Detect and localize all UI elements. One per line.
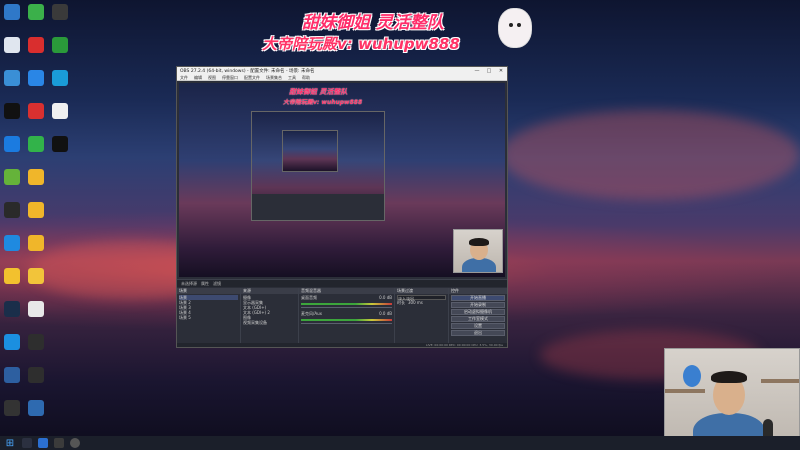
taskbar-app-icon[interactable] <box>38 438 48 448</box>
settings-button[interactable]: 设置 <box>451 323 505 329</box>
streamer-webcam <box>664 348 800 450</box>
desktop-icon[interactable] <box>24 103 48 136</box>
windows-start-icon[interactable]: ⊞ <box>4 438 16 449</box>
menu-scene-collection[interactable]: 场景集合 <box>266 75 282 81</box>
scene-item[interactable]: 场景 5 <box>179 315 238 320</box>
close-icon[interactable]: ✕ <box>495 68 507 74</box>
desktop-icon[interactable] <box>24 4 48 37</box>
desktop-icon[interactable] <box>24 169 48 202</box>
desktop-icon[interactable] <box>24 400 48 433</box>
desktop-icon[interactable] <box>48 37 72 70</box>
desktop-icon[interactable] <box>0 70 24 103</box>
desktop-icon[interactable] <box>0 4 24 37</box>
nested-obs-docks <box>252 194 384 220</box>
taskbar: ⊞ <box>0 436 800 450</box>
menu-help[interactable]: 帮助 <box>302 75 310 81</box>
desktop-icons-col2 <box>24 4 48 433</box>
transitions-dock: 场景过渡 淡入淡出 时长 300 ms <box>395 288 449 344</box>
desktop-icon[interactable] <box>0 169 24 202</box>
nested-preview <box>251 111 385 221</box>
desktop-icon[interactable] <box>0 202 24 235</box>
desktop-icon[interactable] <box>24 268 48 301</box>
obs-title: OBS 27.2.4 (64-bit, windows) - 配置文件: 未命名… <box>180 69 315 74</box>
controls-title: 控件 <box>449 288 507 294</box>
desktop-icon[interactable] <box>0 136 24 169</box>
desktop-icon[interactable] <box>48 136 72 169</box>
menu-file[interactable]: 文件 <box>180 75 188 81</box>
desktop-icon[interactable] <box>24 301 48 334</box>
desktop-icon[interactable] <box>0 268 24 301</box>
desktop-icon[interactable] <box>48 70 72 103</box>
preview-banner-line2: 大帝陪玩殿v: wuhupw888 <box>283 99 363 106</box>
source-item[interactable]: 视频采集设备 <box>243 320 296 325</box>
start-recording-button[interactable]: 开始录制 <box>451 302 505 308</box>
mic-aux-meter <box>301 319 392 321</box>
mic-aux-db: 0.0 dB <box>379 311 392 316</box>
desktop-icon[interactable] <box>0 400 24 433</box>
desktop-icon[interactable] <box>24 136 48 169</box>
desktop-icons-col3 <box>48 4 72 169</box>
menu-tools[interactable]: 工具 <box>288 75 296 81</box>
controls-dock: 控件 开始直播 开始录制 启动虚拟摄像机 工作室模式 设置 退出 <box>449 288 507 344</box>
desktop-icon[interactable] <box>0 37 24 70</box>
desktop-audio-label: 桌面音频 <box>301 295 317 300</box>
desktop-icon[interactable] <box>0 367 24 400</box>
obs-preview-canvas[interactable]: 甜妹御姐 灵活整队 大帝陪玩殿v: wuhupw888 <box>179 83 505 277</box>
desktop-icon[interactable] <box>24 367 48 400</box>
obs-window[interactable]: OBS 27.2.4 (64-bit, windows) - 配置文件: 未命名… <box>176 66 508 348</box>
bear-mascot-icon <box>498 8 532 48</box>
no-source-selected: 未选择源 <box>181 280 197 286</box>
maximize-icon[interactable]: □ <box>483 68 495 74</box>
stream-banner: 甜妹御姐 灵活整队 大帝陪玩殿v: wuhupw888 <box>262 6 512 54</box>
duration-label: 时长 <box>397 300 405 305</box>
desktop-icon[interactable] <box>0 103 24 136</box>
minimize-icon[interactable]: — <box>471 68 483 74</box>
taskbar-app-icon[interactable] <box>54 438 64 448</box>
desktop-icon[interactable] <box>0 334 24 367</box>
doraemon-figure <box>683 365 701 387</box>
sources-dock: 来源 摄像 显示器采集 文本 (GDI+) 文本 (GDI+) 2 图像 视频采… <box>241 288 299 344</box>
desktop-icon[interactable] <box>0 235 24 268</box>
menu-view[interactable]: 视图 <box>208 75 216 81</box>
obs-source-toolbar: 未选择源 属性 滤镜 <box>177 279 507 287</box>
desktop-icon[interactable] <box>24 334 48 367</box>
audio-mixer-dock: 音频混音器 桌面音频 0.0 dB 麦克风/Aux 0.0 dB <box>299 288 395 344</box>
preview-banner-line1: 甜妹御姐 灵活整队 <box>289 88 348 96</box>
desktop-icons-col1 <box>0 4 24 433</box>
properties-button[interactable]: 属性 <box>201 281 209 287</box>
banner-line2: 大帝陪玩殿v: wuhupw888 <box>262 35 460 53</box>
desktop-icon[interactable] <box>24 37 48 70</box>
desktop-audio-db: 0.0 dB <box>379 295 392 300</box>
desktop-icon[interactable] <box>0 301 24 334</box>
scenes-dock: 场景 场景 场景 2 场景 3 场景 4 场景 5 <box>177 288 241 344</box>
obs-status-bar: LIVE: 00:00:00 REC: 00:00:00 CPU: 3.5%, … <box>177 343 507 347</box>
desktop-audio-meter <box>301 303 392 305</box>
desktop-audio-fader[interactable] <box>301 307 392 308</box>
search-icon[interactable] <box>22 438 32 448</box>
start-streaming-button[interactable]: 开始直播 <box>451 295 505 301</box>
desktop-icon[interactable] <box>48 103 72 136</box>
banner-line1: 甜妹御姐 灵活整队 <box>302 13 444 33</box>
desktop-icon[interactable] <box>24 70 48 103</box>
filters-button[interactable]: 滤镜 <box>213 281 221 287</box>
wallpaper-cloud <box>500 110 800 200</box>
desktop-icon[interactable] <box>48 4 72 37</box>
duration-input[interactable]: 300 ms <box>408 300 423 305</box>
obs-taskbar-icon[interactable] <box>70 438 80 448</box>
exit-button[interactable]: 退出 <box>451 330 505 336</box>
preview-webcam <box>453 229 503 273</box>
start-virtual-camera-button[interactable]: 启动虚拟摄像机 <box>451 309 505 315</box>
mic-aux-fader[interactable] <box>301 323 392 324</box>
nested-preview-inner <box>282 130 338 172</box>
desktop-icon[interactable] <box>24 202 48 235</box>
menu-docks[interactable]: 停靠窗口 <box>222 75 238 81</box>
mic-aux-label: 麦克风/Aux <box>301 311 322 316</box>
desktop-icon[interactable] <box>24 235 48 268</box>
studio-mode-button[interactable]: 工作室模式 <box>451 316 505 322</box>
obs-menu-bar: 文件 编辑 视图 停靠窗口 配置文件 场景集合 工具 帮助 <box>177 75 507 81</box>
menu-edit[interactable]: 编辑 <box>194 75 202 81</box>
menu-profile[interactable]: 配置文件 <box>244 75 260 81</box>
